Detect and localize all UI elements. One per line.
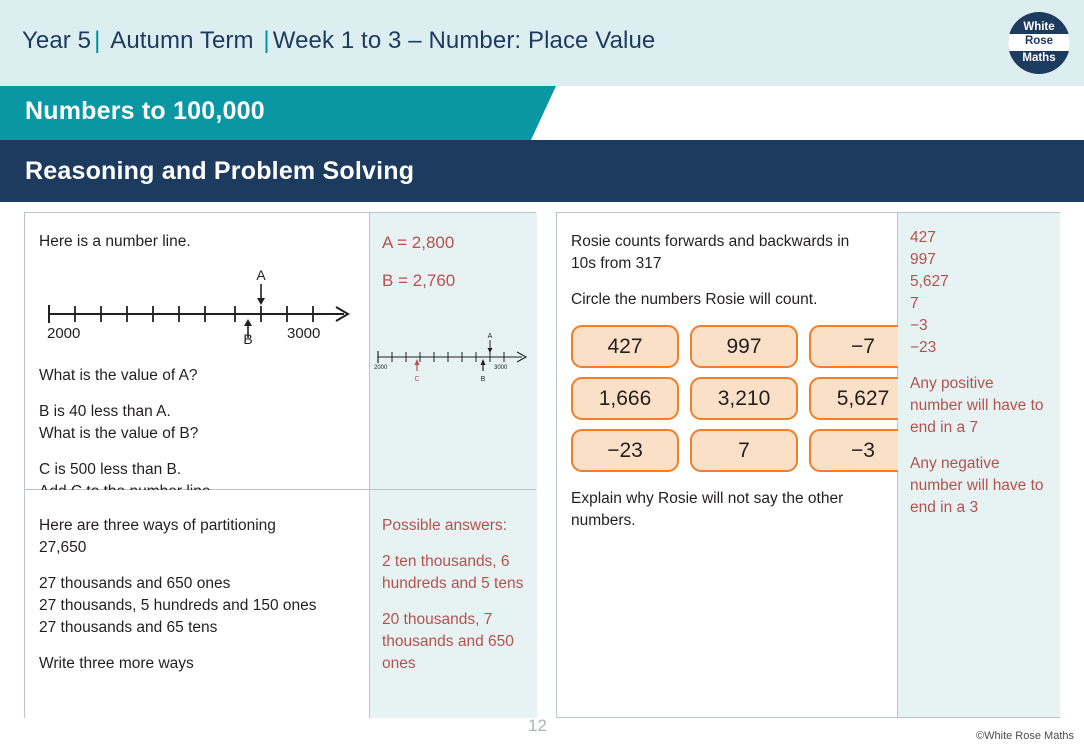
question-2-intro: Here are three ways of partitioning	[39, 517, 276, 534]
question-3-instruction: Circle the numbers Rosie will count.	[571, 291, 818, 308]
answer-3-item-4: 7	[910, 295, 919, 312]
mini-line-label-b: B	[481, 376, 486, 383]
mini-line-end-label: 3000	[494, 365, 508, 371]
left-question-table: Here is a number line. A B 2000 3000 Wha…	[24, 212, 537, 718]
answer-3-item-2: 997	[910, 251, 936, 268]
answer-3-reason-positive: Any positive number will have to end in …	[910, 375, 1044, 436]
answer-1-cell: A = 2,800 B = 2,760 A C B 2000 3000	[370, 213, 537, 489]
question-2-way-3: 27 thousands and 65 tens	[39, 619, 218, 636]
header-separator-2: |	[263, 27, 270, 54]
question-2-way-2: 27 thousands, 5 hundreds and 150 ones	[39, 597, 317, 614]
answer-2-item-1: 2 ten thousands, 6 hundreds and 5 tens	[382, 553, 524, 592]
number-box-997[interactable]: 997	[690, 325, 798, 368]
question-1-b-clue: B is 40 less than A.	[39, 403, 171, 420]
question-1-ask-a: What is the value of A?	[39, 367, 198, 384]
answer-3-item-1: 427	[910, 229, 936, 246]
page-title: Year 5 | Autumn Term | Week 1 to 3 – Numbe…	[22, 27, 655, 55]
number-choice-grid: 427 997 −7 1,666 3,210 5,627 −23 7 −3	[571, 325, 917, 472]
right-question-table: Rosie counts forwards and backwards in 1…	[556, 212, 1060, 718]
topic-banner-label: Numbers to 100,000	[25, 97, 265, 125]
logo-line-white: White	[1023, 21, 1055, 33]
number-line-label-b: B	[243, 331, 252, 344]
answer-2-heading: Possible answers:	[382, 517, 507, 534]
logo-line-rose: Rose	[1024, 35, 1054, 47]
copyright-notice: ©White Rose Maths	[976, 730, 1074, 742]
question-1-number-line: A B 2000 3000	[39, 266, 355, 351]
number-line-end-label: 3000	[287, 325, 320, 342]
number-box-neg23[interactable]: −23	[571, 429, 679, 472]
number-line-start-label: 2000	[47, 325, 80, 342]
answer-1-mini-number-line: A C B 2000 3000	[370, 329, 528, 390]
answer-3-item-6: −23	[910, 339, 937, 356]
question-3-line-1: Rosie counts forwards and backwards in	[571, 233, 850, 250]
logo-line-maths: Maths	[1022, 52, 1056, 64]
header-year: Year 5	[22, 27, 92, 54]
question-1-c-clue: C is 500 less than B.	[39, 461, 182, 478]
question-3-line-2: 10s from 317	[571, 255, 662, 272]
header-separator-1: |	[94, 27, 101, 54]
number-box-1666[interactable]: 1,666	[571, 377, 679, 420]
number-line-label-a: A	[256, 267, 266, 283]
answer-2-cell: Possible answers: 2 ten thousands, 6 hun…	[370, 490, 537, 718]
mini-line-start-label: 2000	[374, 365, 388, 371]
section-banner-label: Reasoning and Problem Solving	[25, 157, 415, 185]
number-box-7[interactable]: 7	[690, 429, 798, 472]
answer-1-value-b: B = 2,760	[382, 271, 456, 291]
question-2-task: Write three more ways	[39, 655, 194, 672]
answer-3-item-3: 5,627	[910, 273, 949, 290]
mini-line-label-a: A	[488, 333, 493, 340]
number-box-427[interactable]: 427	[571, 325, 679, 368]
question-3-explain: Explain why Rosie will not say the other…	[571, 490, 844, 529]
answer-2-item-2: 20 thousands, 7 thousands and 650 ones	[382, 611, 514, 672]
answer-3-reason-negative: Any negative number will have to end in …	[910, 455, 1044, 516]
question-2-cell: Here are three ways of partitioning 27,6…	[25, 490, 369, 718]
page-number: 12	[528, 716, 547, 735]
header-week: Week 1 to 3 – Number: Place Value	[272, 27, 656, 54]
question-2-number: 27,650	[39, 539, 87, 556]
question-1-cell: Here is a number line. A B 2000 3000 Wha…	[25, 213, 369, 500]
mini-line-label-c: C	[414, 376, 419, 383]
number-box-3210[interactable]: 3,210	[690, 377, 798, 420]
question-1-ask-b: What is the value of B?	[39, 425, 199, 442]
answer-1-value-a: A = 2,800	[382, 233, 455, 252]
white-rose-maths-logo: White Rose Maths	[1008, 12, 1070, 74]
question-2-way-1: 27 thousands and 650 ones	[39, 575, 231, 592]
answer-3-cell: 427 997 5,627 7 −3 −23 Any positive numb…	[898, 213, 1060, 717]
answer-3-item-5: −3	[910, 317, 928, 334]
question-1-intro: Here is a number line.	[39, 233, 191, 250]
question-3-cell: Rosie counts forwards and backwards in 1…	[557, 213, 917, 717]
header-term: Autumn Term	[110, 27, 254, 54]
